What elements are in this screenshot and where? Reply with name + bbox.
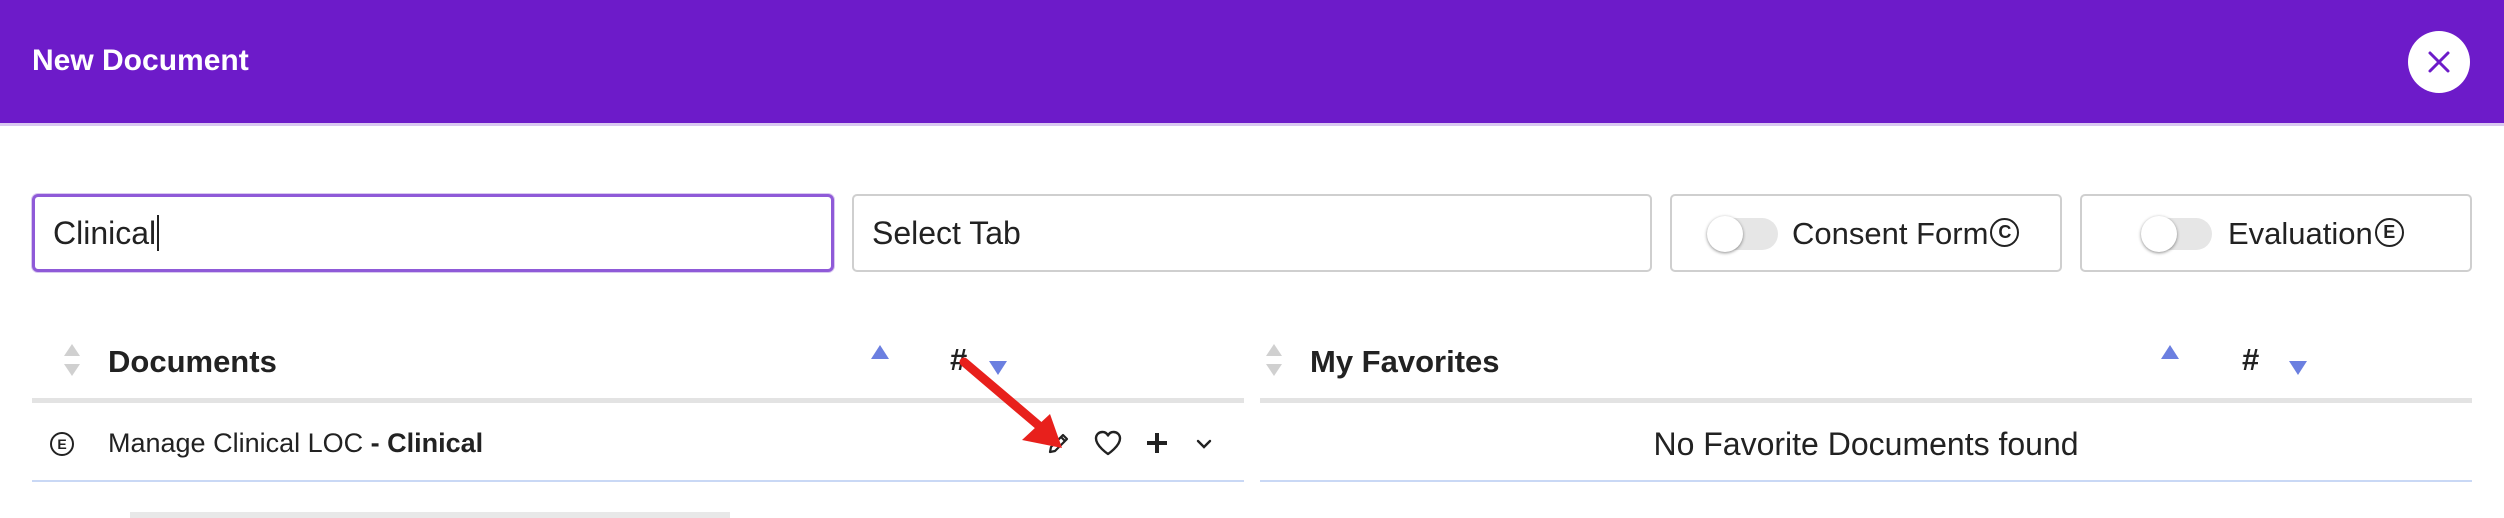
consent-badge-icon: C (1990, 218, 2020, 248)
close-icon (2428, 51, 2450, 73)
sort-ascending-icon[interactable] (870, 344, 890, 360)
chevron-down-icon[interactable] (1190, 430, 1218, 458)
consent-form-filter[interactable]: Consent Form C (1670, 194, 2062, 272)
new-document-modal: New Document Clinical Select Tab Consent… (0, 0, 2504, 518)
evaluation-filter[interactable]: Evaluation E (2080, 194, 2472, 272)
evaluation-badge-icon: E (2374, 218, 2404, 248)
favorites-sort-ascending-icon[interactable] (2160, 344, 2180, 360)
modal-header: New Document (0, 0, 2504, 126)
favorites-count-header: # (2242, 342, 2260, 377)
evaluation-toggle[interactable] (2141, 216, 2212, 252)
favorites-type-sort-icon[interactable] (1264, 342, 1284, 378)
annotation-arrow-icon (959, 357, 1062, 448)
evaluation-label: Evaluation E (2228, 216, 2404, 252)
select-tab-label: Select Tab (872, 214, 1021, 251)
favorites-header-divider (1260, 398, 2472, 403)
document-tab-name: Clinical (387, 428, 484, 458)
toggle-knob (2141, 216, 2177, 252)
search-input-value: Clinical (53, 214, 157, 251)
close-button[interactable] (2408, 31, 2470, 93)
plus-icon[interactable] (1142, 428, 1172, 458)
search-input[interactable]: Clinical (32, 194, 834, 272)
type-sort-icon[interactable] (62, 342, 82, 378)
consent-form-toggle[interactable] (1707, 216, 1778, 252)
text-caret (157, 215, 160, 251)
document-name: Manage Clinical LOC (108, 428, 364, 458)
toggle-knob (1707, 216, 1743, 252)
select-tab-dropdown[interactable]: Select Tab (852, 194, 1652, 272)
consent-form-text: Consent Form (1792, 216, 1989, 251)
favorites-sort-descending-icon[interactable] (2288, 360, 2308, 376)
next-row-partial (130, 512, 730, 518)
evaluation-text: Evaluation (2228, 216, 2373, 251)
modal-title: New Document (32, 44, 249, 77)
favorites-row-divider (1260, 480, 2472, 482)
type-badge: E (50, 432, 74, 456)
document-separator: - (363, 428, 388, 458)
documents-header[interactable]: Documents (108, 344, 277, 380)
evaluation-type-icon: E (48, 430, 76, 458)
documents-row-divider (32, 480, 1244, 482)
favorites-empty-message: No Favorite Documents found (1653, 426, 2079, 462)
heart-icon[interactable] (1092, 428, 1124, 458)
consent-form-label: Consent Form C (1792, 216, 2020, 252)
favorites-header[interactable]: My Favorites (1310, 344, 1500, 380)
document-row-title[interactable]: Manage Clinical LOC - Clinical (108, 428, 483, 459)
